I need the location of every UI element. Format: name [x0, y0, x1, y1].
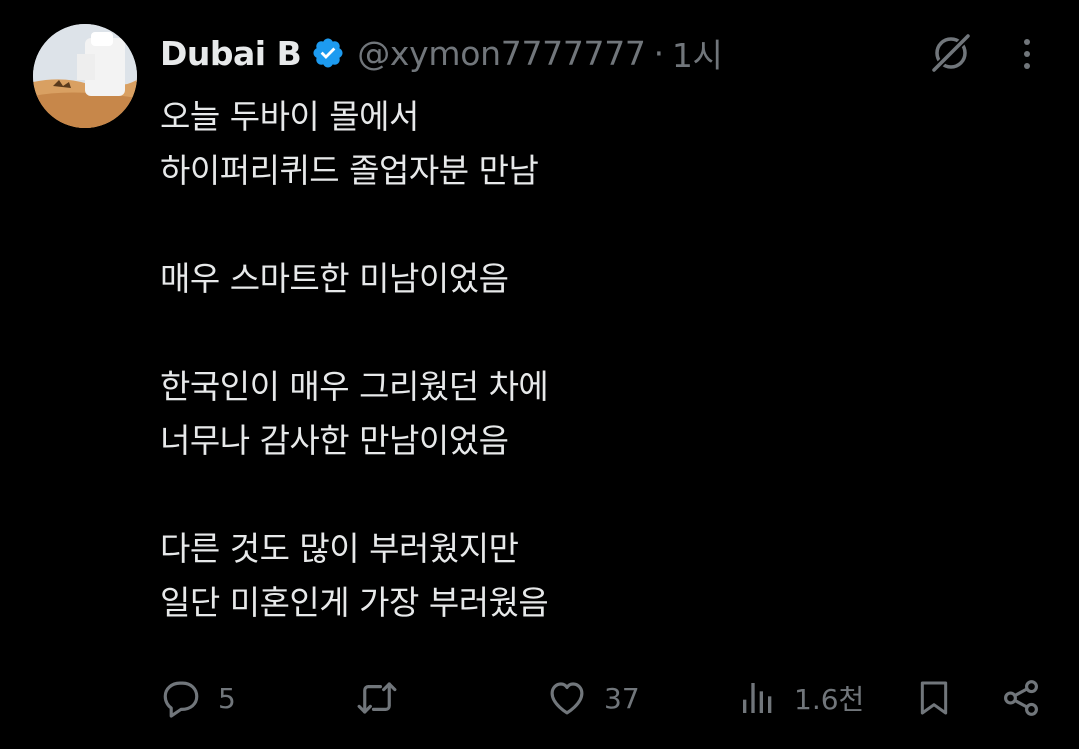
like-button[interactable]: 37 [546, 670, 640, 726]
more-options-icon[interactable] [1012, 34, 1042, 74]
retweet-icon [356, 677, 398, 719]
grok-icon[interactable] [928, 30, 974, 76]
user-handle[interactable]: @xymon7777777 [357, 34, 646, 73]
like-count: 37 [604, 681, 640, 715]
separator-dot: · [653, 33, 665, 73]
reply-icon [160, 677, 202, 719]
avatar[interactable] [33, 24, 137, 128]
tweet-text: 오늘 두바이 몰에서 하이퍼리퀴드 졸업자분 만남 매우 스마트한 미남이었음 … [160, 97, 549, 622]
reply-button[interactable]: 5 [160, 670, 236, 726]
timestamp[interactable]: 1시 [672, 29, 723, 77]
share-button[interactable] [1000, 670, 1042, 726]
bookmark-button[interactable] [914, 670, 954, 726]
retweet-button[interactable] [356, 670, 398, 726]
share-icon [1000, 677, 1042, 719]
reply-count: 5 [218, 681, 236, 715]
tweet-header: Dubai B @xymon7777777 · 1시 [160, 28, 723, 78]
verified-badge-icon [311, 36, 345, 70]
bookmark-icon [914, 677, 954, 719]
heart-icon [546, 677, 588, 719]
views-icon [738, 678, 778, 718]
views-count: 1.6천 [794, 683, 865, 716]
views-button[interactable]: 1.6천 [738, 670, 864, 726]
tweet-actions: 5 37 1.6천 [0, 670, 1079, 726]
display-name[interactable]: Dubai B [160, 34, 302, 73]
avatar-image [33, 24, 137, 128]
